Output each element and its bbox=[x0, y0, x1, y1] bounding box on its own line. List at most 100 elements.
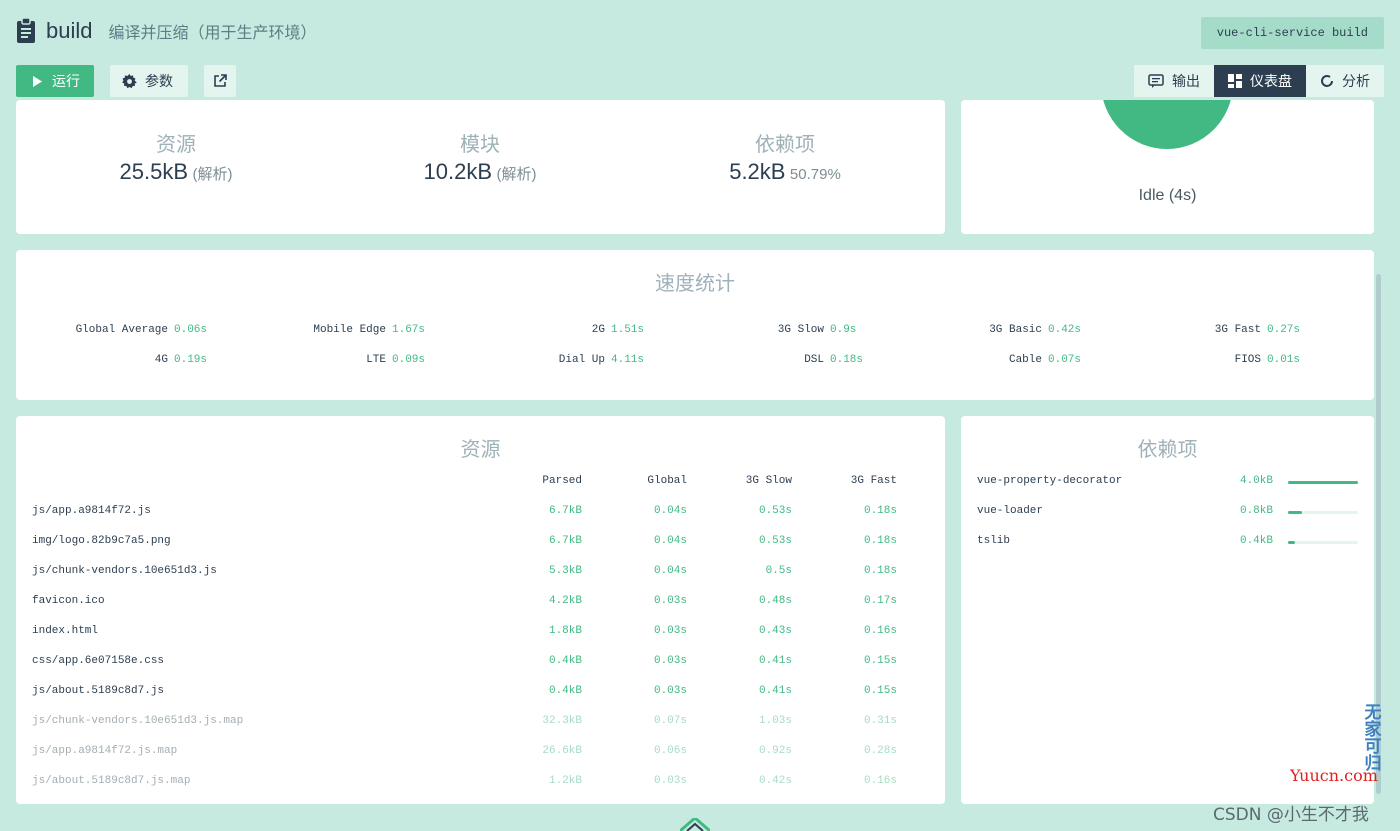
asset-global: 0.03s bbox=[653, 595, 687, 607]
table-row[interactable]: js/about.5189c8d7.js 0.4kB 0.03s 0.41s 0.15s bbox=[16, 685, 945, 701]
asset-fast: 0.31s bbox=[863, 715, 897, 727]
speed-stat-item: 4G 0.19s bbox=[30, 354, 250, 368]
asset-name: img/logo.82b9c7a5.png bbox=[32, 535, 171, 547]
table-row[interactable]: js/chunk-vendors.10e651d3.js.map 32.3kB 0.… bbox=[16, 715, 945, 731]
speed-stat-value: 4.11s bbox=[611, 354, 645, 366]
asset-name: js/chunk-vendors.10e651d3.js bbox=[32, 565, 217, 577]
table-row[interactable]: index.html 1.8kB 0.03s 0.43s 0.16s bbox=[16, 625, 945, 641]
tab-output-label: 输出 bbox=[1172, 73, 1200, 89]
dependency-name: vue-property-decorator bbox=[977, 475, 1123, 487]
run-button-label: 运行 bbox=[52, 73, 80, 89]
asset-global: 0.03s bbox=[653, 625, 687, 637]
dependency-name: tslib bbox=[977, 535, 1011, 547]
vue-logo-icon bbox=[680, 818, 710, 831]
task-description: 编译并压缩（用于生产环境） bbox=[108, 25, 317, 42]
asset-slow: 0.92s bbox=[758, 745, 792, 757]
dependencies-card: 依赖项 vue-property-decorator 4.0kB vue-loade… bbox=[961, 416, 1374, 804]
open-external-button[interactable] bbox=[204, 65, 236, 97]
tab-dashboard-label: 仪表盘 bbox=[1250, 73, 1292, 89]
speed-stat-value: 0.09s bbox=[392, 354, 426, 366]
view-switcher: 输出 仪表盘 分析 bbox=[1134, 65, 1384, 97]
run-button[interactable]: 运行 bbox=[16, 65, 94, 97]
watermark-site: Yuucn.com bbox=[1290, 766, 1378, 785]
tab-output[interactable]: 输出 bbox=[1134, 65, 1214, 97]
tab-dashboard[interactable]: 仪表盘 bbox=[1214, 65, 1306, 97]
speed-stat-value: 0.01s bbox=[1267, 354, 1301, 366]
speed-stat-value: 0.9s bbox=[830, 324, 857, 336]
asset-parsed: 6.7kB bbox=[548, 505, 582, 517]
speed-stat-name: 3G Fast bbox=[1214, 324, 1261, 336]
speed-stat-value: 0.42s bbox=[1048, 324, 1082, 336]
status-card: Idle (4s) bbox=[961, 100, 1374, 234]
tab-analyze[interactable]: 分析 bbox=[1306, 65, 1384, 97]
asset-name: js/about.5189c8d7.js.map bbox=[32, 775, 191, 787]
speed-stat-value: 0.27s bbox=[1267, 324, 1301, 336]
dependencies-title: 依赖项 bbox=[1137, 439, 1198, 461]
stat-assets-value: 25.5kB bbox=[119, 159, 189, 184]
asset-name: js/app.a9814f72.js bbox=[32, 505, 151, 517]
stat-modules: 模块 10.2kB (解析) bbox=[328, 128, 632, 185]
status-indicator bbox=[1101, 100, 1233, 149]
watermark-vertical: 无家可归 bbox=[1364, 703, 1382, 774]
params-button[interactable]: 参数 bbox=[110, 65, 188, 97]
speed-stat-name: Dial Up bbox=[558, 354, 605, 366]
asset-fast: 0.15s bbox=[863, 655, 897, 667]
asset-fast: 0.18s bbox=[863, 565, 897, 577]
dependency-row[interactable]: vue-property-decorator 4.0kB bbox=[961, 475, 1374, 491]
asset-global: 0.03s bbox=[653, 685, 687, 697]
tab-analyze-label: 分析 bbox=[1342, 73, 1370, 89]
dependency-bar-fill bbox=[1288, 481, 1358, 484]
speed-stat-name: 3G Slow bbox=[777, 324, 824, 336]
table-row[interactable]: js/app.a9814f72.js.map 26.6kB 0.06s 0.92s 0.… bbox=[16, 745, 945, 761]
dependency-bar-track bbox=[1288, 481, 1358, 484]
command-chip: vue-cli-service build bbox=[1200, 17, 1384, 49]
gear-icon bbox=[122, 73, 137, 88]
stat-deps-value-row: 5.2kB 50.79% bbox=[633, 159, 937, 185]
asset-parsed: 0.4kB bbox=[548, 655, 582, 667]
table-row[interactable]: favicon.ico 4.2kB 0.03s 0.48s 0.17s bbox=[16, 595, 945, 611]
task-header: build 编译并压缩（用于生产环境） vue-cli-service buil… bbox=[0, 0, 1400, 112]
asset-fast: 0.18s bbox=[863, 535, 897, 547]
table-header-global[interactable]: Global bbox=[647, 475, 687, 487]
speed-stat-item: Cable 0.07s bbox=[904, 354, 1124, 368]
asset-fast: 0.15s bbox=[863, 685, 897, 697]
table-header-3g-fast[interactable]: 3G Fast bbox=[851, 475, 897, 487]
dependency-row[interactable]: vue-loader 0.8kB bbox=[961, 505, 1374, 521]
speed-stat-item: Mobile Edge 1.67s bbox=[248, 324, 468, 338]
dashboard-icon bbox=[1228, 74, 1242, 88]
stat-modules-value-row: 10.2kB (解析) bbox=[328, 159, 632, 185]
asset-name: index.html bbox=[32, 625, 99, 637]
asset-parsed: 26.6kB bbox=[542, 745, 582, 757]
dependency-bar-fill bbox=[1288, 541, 1295, 544]
refresh-icon bbox=[1321, 75, 1333, 87]
speed-stats-title: 速度统计 bbox=[655, 273, 735, 295]
speed-stat-value: 0.07s bbox=[1048, 354, 1082, 366]
asset-name: js/app.a9814f72.js.map bbox=[32, 745, 178, 757]
asset-parsed: 1.2kB bbox=[548, 775, 582, 787]
asset-global: 0.03s bbox=[653, 775, 687, 787]
asset-name: js/chunk-vendors.10e651d3.js.map bbox=[32, 715, 244, 727]
table-row[interactable]: img/logo.82b9c7a5.png 6.7kB 0.04s 0.53s 0.18… bbox=[16, 535, 945, 551]
table-row[interactable]: js/app.a9814f72.js 6.7kB 0.04s 0.53s 0.18s bbox=[16, 505, 945, 521]
speed-stat-name: Mobile Edge bbox=[313, 324, 386, 336]
task-name: build bbox=[46, 18, 93, 43]
speed-stat-name: Cable bbox=[1008, 354, 1042, 366]
dependency-size: 4.0kB bbox=[1239, 475, 1273, 487]
asset-global: 0.03s bbox=[653, 655, 687, 667]
speed-stat-name: FIOS bbox=[1234, 354, 1261, 366]
stat-dependencies: 依赖项 5.2kB 50.79% bbox=[633, 128, 937, 185]
task-title-row: build 编译并压缩（用于生产环境） bbox=[16, 18, 317, 44]
dependency-row[interactable]: tslib 0.4kB bbox=[961, 535, 1374, 551]
table-row[interactable]: js/about.5189c8d7.js.map 1.2kB 0.03s 0.42s 0… bbox=[16, 775, 945, 791]
speed-stat-value: 1.51s bbox=[611, 324, 645, 336]
table-row[interactable]: js/chunk-vendors.10e651d3.js 5.3kB 0.04s 0.… bbox=[16, 565, 945, 581]
params-button-label: 参数 bbox=[145, 73, 173, 89]
table-row[interactable]: css/app.6e07158e.css 0.4kB 0.03s 0.41s 0.15s bbox=[16, 655, 945, 671]
table-header-3g-slow[interactable]: 3G Slow bbox=[746, 475, 792, 487]
table-header-parsed[interactable]: Parsed bbox=[542, 475, 582, 487]
stat-deps-sub: 50.79% bbox=[789, 166, 841, 183]
speed-stat-item: 3G Slow 0.9s bbox=[686, 324, 906, 338]
speed-stat-value: 0.18s bbox=[830, 354, 864, 366]
asset-fast: 0.17s bbox=[863, 595, 897, 607]
speed-stat-item: 3G Fast 0.27s bbox=[1123, 324, 1343, 338]
